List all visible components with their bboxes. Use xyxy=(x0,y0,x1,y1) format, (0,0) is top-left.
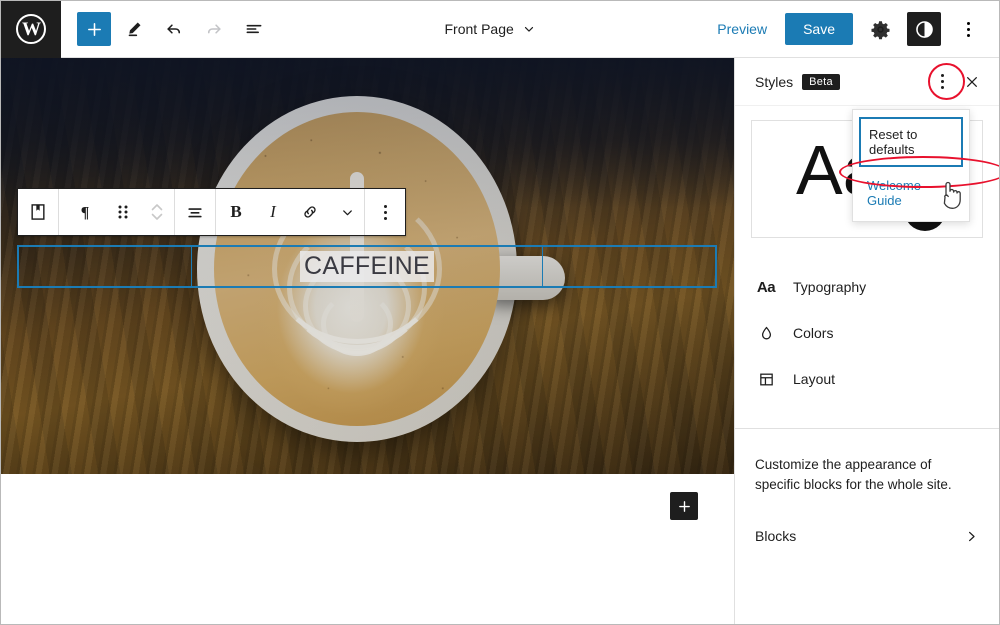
block-options-button[interactable] xyxy=(365,189,405,235)
preview-button[interactable]: Preview xyxy=(709,17,775,41)
settings-button[interactable] xyxy=(863,12,897,46)
sidebar-item-label: Layout xyxy=(793,371,836,387)
more-formats-button[interactable] xyxy=(330,189,364,235)
move-up-down-chevrons-icon xyxy=(151,204,163,220)
chevron-right-icon xyxy=(969,531,975,541)
blocks-description: Customize the appearance of specific blo… xyxy=(755,457,952,492)
sidebar-item-layout[interactable]: Layout xyxy=(735,356,999,402)
add-block-appender-button[interactable] xyxy=(670,492,698,520)
page-title: Front Page xyxy=(444,21,514,37)
align-text-icon xyxy=(188,208,202,218)
undo-button[interactable] xyxy=(157,12,191,46)
top-bar-right-tools: Preview Save xyxy=(709,12,999,46)
chevron-down-icon xyxy=(342,209,352,215)
cover-block-icon xyxy=(31,204,45,220)
block-toolbar: ¶ B I xyxy=(17,188,406,236)
link-icon xyxy=(304,206,316,218)
selected-paragraph-block[interactable]: CAFFEINE xyxy=(17,245,717,288)
styles-toggle-button[interactable] xyxy=(907,12,941,46)
color-droplet-icon xyxy=(755,325,777,342)
plus-icon xyxy=(678,500,690,512)
editor-canvas[interactable]: ¶ B I CAFFEINE xyxy=(1,58,734,624)
more-options-button[interactable] xyxy=(951,12,985,46)
paragraph-block-button[interactable]: ¶ xyxy=(66,189,106,235)
sidebar-item-label: Typography xyxy=(793,279,867,295)
sidebar-item-blocks[interactable]: Blocks xyxy=(735,516,999,556)
cover-block[interactable]: ¶ B I CAFFEINE xyxy=(1,58,734,474)
close-sidebar-button[interactable] xyxy=(957,67,987,97)
undo-arrow-icon xyxy=(167,24,181,34)
block-move-group: ¶ xyxy=(66,189,175,235)
plus-icon xyxy=(87,22,101,36)
styles-options-button[interactable] xyxy=(927,67,957,97)
align-text-button[interactable] xyxy=(175,189,215,235)
block-options-group xyxy=(365,189,405,235)
bold-button[interactable]: B xyxy=(216,189,256,235)
wordpress-logo-icon: W xyxy=(16,14,46,44)
save-button[interactable]: Save xyxy=(785,13,853,45)
editor-top-bar: W Front Page Preview Save xyxy=(1,1,999,58)
styles-nav-list: Aa Typography Colors Layout xyxy=(735,264,999,402)
cover-block-button[interactable] xyxy=(18,189,58,235)
add-block-button[interactable] xyxy=(77,12,111,46)
block-type-group xyxy=(18,189,59,235)
sidebar-item-label: Colors xyxy=(793,325,834,341)
italic-button[interactable]: I xyxy=(256,189,290,235)
styles-sidebar-header: Styles Beta xyxy=(735,58,999,106)
kebab-menu-icon xyxy=(940,74,944,89)
redo-button[interactable] xyxy=(197,12,231,46)
document-title-bar[interactable]: Front Page xyxy=(271,21,709,37)
link-button[interactable] xyxy=(290,189,330,235)
move-block-up-down-button[interactable] xyxy=(140,189,174,235)
list-view-button[interactable] xyxy=(237,12,271,46)
reset-to-defaults-menu-item[interactable]: Reset to defaults xyxy=(859,117,963,167)
sidebar-item-label: Blocks xyxy=(755,528,797,545)
text-format-group: B I xyxy=(216,189,365,235)
italic-label: I xyxy=(270,202,276,221)
pencil-edit-icon xyxy=(128,22,141,37)
kebab-menu-icon xyxy=(383,204,387,220)
svg-text:¶: ¶ xyxy=(81,204,90,221)
styles-panel-title: Styles xyxy=(755,73,794,90)
layout-grid-icon xyxy=(755,371,777,388)
align-group xyxy=(175,189,216,235)
welcome-guide-menu-item[interactable]: Welcome Guide xyxy=(859,174,963,212)
typography-aa-icon: Aa xyxy=(756,278,776,296)
contrast-half-circle-icon xyxy=(915,20,933,38)
drag-block-handle[interactable] xyxy=(106,189,140,235)
bold-label: B xyxy=(230,202,242,221)
styles-options-dropdown: Reset to defaults Welcome Guide xyxy=(852,109,970,222)
beta-badge: Beta xyxy=(802,73,840,90)
heading-text[interactable]: CAFFEINE xyxy=(299,251,435,282)
kebab-menu-icon xyxy=(966,21,970,37)
paragraph-pilcrow-icon: ¶ xyxy=(81,204,90,221)
wordpress-logo-button[interactable]: W xyxy=(1,1,61,58)
top-bar-left-tools xyxy=(61,12,271,46)
close-x-icon xyxy=(967,76,977,87)
drag-handle-dots-icon xyxy=(118,205,128,219)
sidebar-item-colors[interactable]: Colors xyxy=(735,310,999,356)
sidebar-item-typography[interactable]: Aa Typography xyxy=(735,264,999,310)
list-view-icon xyxy=(246,24,262,34)
redo-arrow-icon xyxy=(207,24,221,34)
chevron-down-icon xyxy=(524,26,533,32)
gear-icon xyxy=(870,20,890,39)
tools-edit-button[interactable] xyxy=(117,12,151,46)
wordpress-site-editor-window: W Front Page Preview Save ¶ B I CAFFEINE… xyxy=(0,0,1000,625)
